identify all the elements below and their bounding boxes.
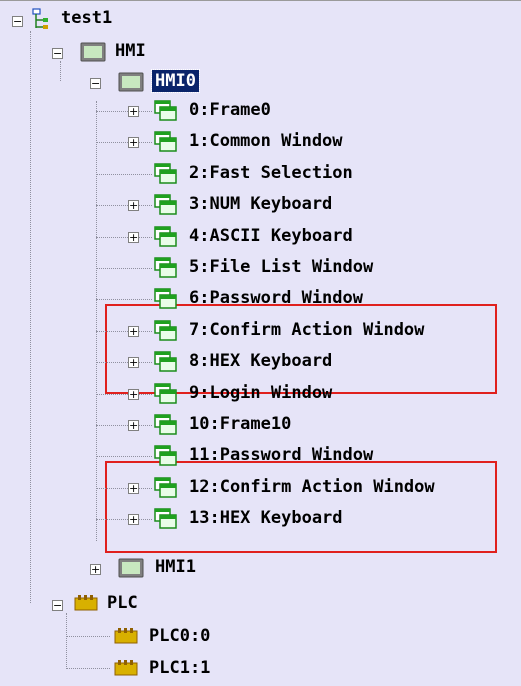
tree-label-window: 12:Confirm Action Window xyxy=(189,476,435,497)
highlight-box-1 xyxy=(105,304,497,394)
window-icon xyxy=(154,351,178,377)
expand-toggle[interactable]: + xyxy=(128,482,139,494)
window-icon xyxy=(154,414,178,440)
window-icon xyxy=(154,382,178,409)
tree-label-plc1: PLC1:1 xyxy=(149,658,211,678)
tree-label-window: 1:Common Window xyxy=(189,131,343,152)
collapse-toggle[interactable]: − xyxy=(52,600,63,611)
tree-label-window: 9:Login Window xyxy=(189,382,333,403)
window-icon xyxy=(154,477,178,503)
tree-label-plc0: PLC0:0 xyxy=(149,626,211,646)
window-icon xyxy=(154,131,178,157)
window-icon xyxy=(154,288,178,314)
tree-label-plc: PLC xyxy=(107,593,138,613)
project-tree[interactable]: − test1 − HMI − HMI0 +0:Frame0+1:Common xyxy=(0,0,521,686)
expand-toggle[interactable]: + xyxy=(90,564,101,575)
tree-label-window: 8:HEX Keyboard xyxy=(189,351,333,372)
collapse-toggle[interactable]: − xyxy=(12,16,23,27)
window-icon xyxy=(154,163,178,189)
tree-label-hmi: HMI xyxy=(115,41,146,61)
tree-label-window: 6:Password Window xyxy=(189,288,363,309)
expand-toggle[interactable]: + xyxy=(128,325,139,337)
tree-label-window: 10:Frame10 xyxy=(189,414,292,434)
window-icon xyxy=(154,100,178,126)
expand-toggle[interactable]: + xyxy=(128,357,139,369)
tree-label-root: test1 xyxy=(61,8,113,28)
plc-icon xyxy=(74,593,98,617)
tree-label-window: 7:Confirm Action Window xyxy=(189,319,425,340)
tree-label-window: 5:File List Window xyxy=(189,257,374,277)
window-icon xyxy=(154,194,178,220)
hmi-icon xyxy=(80,42,106,66)
window-icon xyxy=(154,257,178,283)
window-icon xyxy=(154,508,178,534)
tree-label-hmi0: HMI0 xyxy=(151,69,200,93)
collapse-toggle[interactable]: − xyxy=(90,78,101,89)
expand-toggle[interactable]: + xyxy=(128,200,139,212)
hmi-icon xyxy=(118,558,144,582)
plc-icon xyxy=(114,626,138,650)
expand-toggle[interactable]: + xyxy=(128,514,139,526)
expand-toggle[interactable]: + xyxy=(128,137,139,149)
expand-toggle[interactable]: + xyxy=(128,106,139,117)
window-icon xyxy=(154,320,178,346)
project-icon xyxy=(30,8,52,36)
plc-icon xyxy=(114,658,138,682)
tree-label-window: 0:Frame0 xyxy=(189,100,271,120)
tree-label-hmi1: HMI1 xyxy=(155,557,196,577)
tree-label-window: 4:ASCII Keyboard xyxy=(189,225,353,246)
tree-label-window: 3:NUM Keyboard xyxy=(189,194,333,215)
window-icon xyxy=(154,445,178,471)
expand-toggle[interactable]: + xyxy=(128,420,139,431)
collapse-toggle[interactable]: − xyxy=(52,48,63,59)
tree-label-window: 11:Password Window xyxy=(189,445,374,466)
tree-label-window: 2:Fast Selection xyxy=(189,162,353,183)
expand-toggle[interactable]: + xyxy=(128,231,139,243)
hmi-icon xyxy=(118,72,144,96)
tree-label-window: 13:HEX Keyboard xyxy=(189,508,343,529)
window-icon xyxy=(154,225,178,252)
expand-toggle[interactable]: + xyxy=(128,388,139,400)
